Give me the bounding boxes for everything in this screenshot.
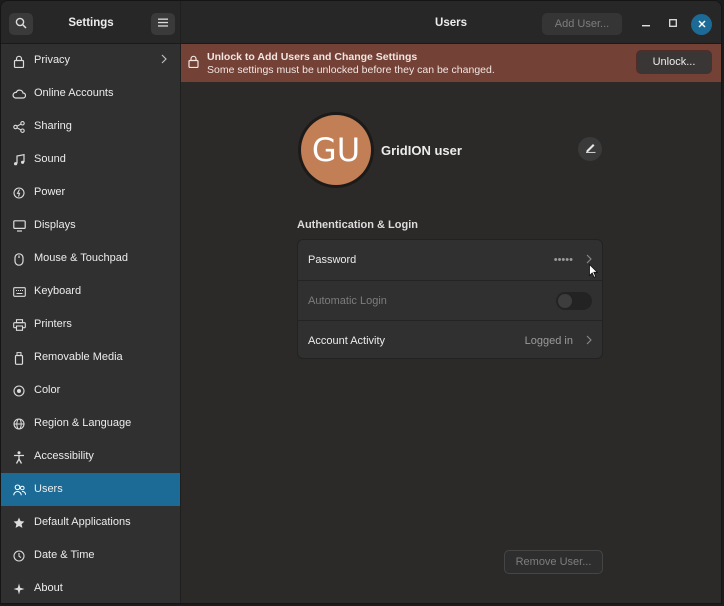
sidebar-item-power[interactable]: Power (1, 176, 180, 209)
clock-icon (12, 549, 26, 563)
color-palette-icon (12, 384, 26, 398)
remove-user-button[interactable]: Remove User... (504, 550, 603, 574)
page-title: Users (435, 17, 467, 29)
add-user-button[interactable]: Add User... (542, 13, 622, 35)
section-title: Authentication & Login (297, 219, 418, 231)
maximize-icon (669, 18, 677, 30)
sidebar-item-label: Keyboard (34, 285, 82, 297)
sidebar-item-sound[interactable]: Sound (1, 143, 180, 176)
settings-window: Settings Users Add User... Privacy Onlin… (0, 0, 722, 604)
banner-title: Unlock to Add Users and Change Settings (207, 51, 418, 63)
sidebar-item-region-language[interactable]: Region & Language (1, 407, 180, 440)
keyboard-icon (12, 285, 26, 299)
sidebar-item-about[interactable]: About (1, 572, 180, 603)
edit-name-button[interactable] (578, 137, 602, 161)
share-icon (12, 120, 26, 134)
password-row[interactable]: Password ••••• (298, 240, 602, 280)
sidebar-item-privacy[interactable]: Privacy (1, 44, 180, 77)
user-name: GridION user (381, 143, 462, 158)
sidebar-item-date-time[interactable]: Date & Time (1, 539, 180, 572)
sidebar-item-label: Accessibility (34, 450, 94, 462)
password-value: ••••• (553, 254, 573, 266)
sidebar-item-label: Users (34, 483, 63, 495)
header-bar: Settings Users Add User... (1, 1, 721, 44)
sidebar-item-users[interactable]: Users (1, 473, 180, 506)
music-note-icon (12, 153, 26, 167)
sidebar-item-label: Privacy (34, 54, 71, 66)
chevron-right-icon (586, 335, 592, 348)
mouse-pointer-icon (589, 263, 599, 281)
auth-login-list: Password ••••• Automatic Login Account A… (297, 239, 603, 359)
account-activity-label: Account Activity (308, 335, 386, 347)
power-icon (12, 186, 26, 200)
sidebar-item-color[interactable]: Color (1, 374, 180, 407)
sidebar-item-label: Displays (34, 219, 76, 231)
search-icon (15, 17, 27, 32)
sidebar-header: Settings (1, 1, 181, 44)
sidebar-item-accessibility[interactable]: Accessibility (1, 440, 180, 473)
sidebar-item-removable-media[interactable]: Removable Media (1, 341, 180, 374)
users-icon (12, 483, 26, 497)
lock-icon (188, 55, 199, 71)
sidebar-item-displays[interactable]: Displays (1, 209, 180, 242)
sidebar-item-label: Removable Media (34, 351, 123, 363)
sidebar-item-label: Region & Language (34, 417, 132, 429)
sparkle-icon (12, 582, 26, 596)
usb-drive-icon (12, 351, 26, 365)
chevron-right-icon (161, 54, 167, 67)
banner-subtitle: Some settings must be unlocked before th… (207, 64, 495, 76)
sidebar-item-printers[interactable]: Printers (1, 308, 180, 341)
sidebar-item-label: Date & Time (34, 549, 95, 561)
account-activity-value: Logged in (524, 335, 573, 347)
main-menu-button[interactable] (151, 13, 175, 35)
lock-icon (12, 54, 26, 68)
toggle-knob (558, 294, 572, 308)
sidebar-item-label: Online Accounts (34, 87, 114, 99)
sidebar-item-sharing[interactable]: Sharing (1, 110, 180, 143)
printer-icon (12, 318, 26, 332)
globe-icon (12, 417, 26, 431)
close-button[interactable] (691, 14, 712, 35)
sidebar-item-label: Mouse & Touchpad (34, 252, 128, 264)
star-icon (12, 516, 26, 530)
sidebar-item-label: Default Applications (34, 516, 131, 528)
mouse-icon (12, 252, 26, 266)
pencil-icon (585, 142, 596, 156)
sidebar-item-label: Printers (34, 318, 72, 330)
close-icon (698, 19, 706, 31)
avatar-initials: GU (301, 115, 371, 185)
sidebar-item-label: Color (34, 384, 61, 396)
sidebar-item-label: Power (34, 186, 66, 198)
sidebar-item-default-applications[interactable]: Default Applications (1, 506, 180, 539)
password-label: Password (308, 254, 357, 266)
maximize-button[interactable] (663, 14, 683, 34)
unlock-button[interactable]: Unlock... (636, 50, 712, 74)
account-activity-row[interactable]: Account Activity Logged in (298, 320, 602, 358)
sidebar-item-mouse-touchpad[interactable]: Mouse & Touchpad (1, 242, 180, 275)
hamburger-menu-icon (158, 18, 168, 30)
avatar[interactable]: GU (298, 112, 374, 188)
automatic-login-label: Automatic Login (308, 295, 387, 307)
sidebar-item-keyboard[interactable]: Keyboard (1, 275, 180, 308)
users-panel: Unlock to Add Users and Change Settings … (181, 44, 721, 603)
sidebar-item-label: About (34, 582, 63, 594)
minimize-icon (642, 18, 650, 30)
minimize-button[interactable] (636, 14, 656, 34)
sidebar-title: Settings (68, 17, 114, 29)
automatic-login-row: Automatic Login (298, 280, 602, 320)
sidebar-item-label: Sound (34, 153, 66, 165)
sidebar-item-online-accounts[interactable]: Online Accounts (1, 77, 180, 110)
search-button[interactable] (9, 13, 33, 35)
sidebar: Privacy Online Accounts Sharing Sound Po… (1, 44, 181, 603)
cloud-icon (12, 87, 26, 101)
sidebar-item-label: Sharing (34, 120, 72, 132)
accessibility-icon (12, 450, 26, 464)
display-icon (12, 219, 26, 233)
unlock-banner: Unlock to Add Users and Change Settings … (181, 44, 721, 82)
automatic-login-toggle[interactable] (556, 292, 592, 310)
